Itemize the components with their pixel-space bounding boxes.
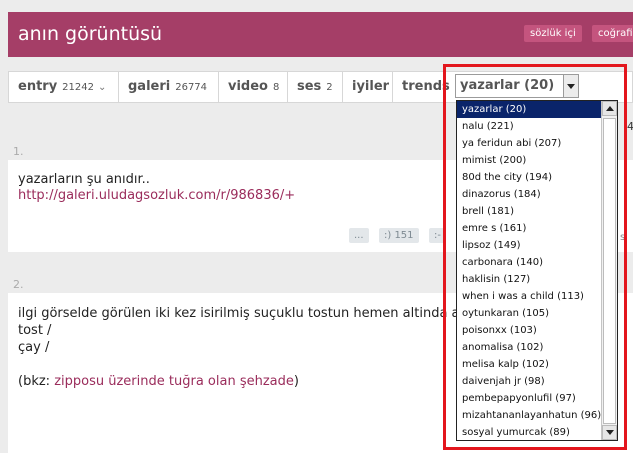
- bkz-line: (bkz: zipposu üzerinde tuğra olan şehzad…: [18, 373, 299, 390]
- tab-label: entry: [18, 79, 58, 94]
- entry-number: 2.: [13, 278, 24, 291]
- tab-entry[interactable]: entry 21242 ⌄: [9, 72, 119, 102]
- tab-galeri[interactable]: galeri 26774: [119, 72, 219, 102]
- cografi-button[interactable]: coğrafi: [592, 25, 633, 42]
- entry-text-line: ilgi görselde görülen iki kez isirilmiş …: [18, 306, 460, 321]
- page-title: anın görüntüsü: [18, 23, 163, 45]
- side-cut-text: 4: [627, 120, 633, 133]
- tab-label: video: [228, 79, 268, 94]
- tab-count: 26774: [175, 82, 208, 93]
- site-header: anın görüntüsü sözlük içi coğrafi: [8, 12, 633, 57]
- tab-ses[interactable]: ses 2: [288, 72, 343, 102]
- sozluk-ici-button[interactable]: sözlük içi: [524, 25, 582, 42]
- highlight-box: [443, 64, 627, 450]
- tab-video[interactable]: video 8: [219, 72, 288, 102]
- entry-text: yazarların şu anıdır..: [18, 172, 150, 187]
- tab-label: ses: [297, 79, 322, 94]
- bkz-suffix: ): [293, 374, 299, 389]
- tab-label: galeri: [128, 79, 171, 94]
- smile-vote-button[interactable]: :) 151: [379, 228, 419, 243]
- bkz-link[interactable]: zipposu üzerinde tuğra olan şehzade: [54, 374, 294, 389]
- tab-count: 21242: [62, 82, 94, 93]
- entry-number: 1.: [13, 145, 24, 158]
- entry-link[interactable]: http://galeri.uludagsozluk.com/r/986836/…: [18, 188, 295, 203]
- tab-iyiler[interactable]: iyiler: [343, 72, 393, 102]
- more-button[interactable]: ...: [349, 228, 369, 243]
- chevron-down-icon: ⌄: [97, 82, 107, 93]
- tab-count: 2: [326, 82, 333, 93]
- tab-count: 8: [272, 82, 280, 93]
- entry-text-line: çay /: [18, 340, 50, 355]
- entry-text-line: tost /: [18, 323, 52, 338]
- bkz-prefix: (bkz:: [18, 374, 55, 389]
- tab-label: iyiler: [352, 79, 390, 94]
